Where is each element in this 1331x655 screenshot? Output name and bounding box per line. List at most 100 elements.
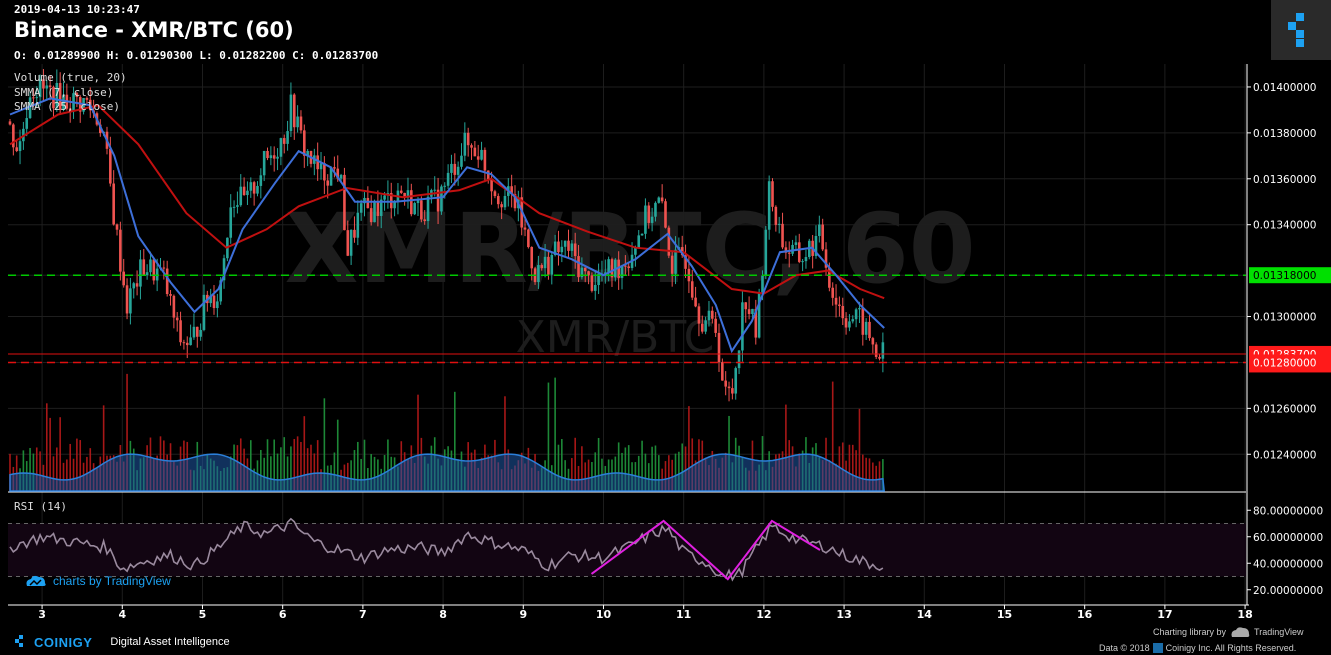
price-tick-label: 0.01340000 <box>1253 220 1316 232</box>
candle-body <box>333 167 336 169</box>
candle-body <box>704 320 707 332</box>
candle-body <box>229 207 233 238</box>
time-tick-label: 7 <box>359 608 367 621</box>
candle-body <box>590 275 594 291</box>
time-tick-label: 14 <box>917 608 933 621</box>
candle-body <box>664 201 667 228</box>
price-tick-label: 0.01240000 <box>1253 449 1316 461</box>
candle-body <box>232 206 236 208</box>
candle-body <box>650 216 654 223</box>
candle-body <box>393 202 396 209</box>
tradingview-watermark-text: charts by TradingView <box>53 574 171 588</box>
time-tick-label: 8 <box>439 608 447 621</box>
candle-body <box>356 212 360 238</box>
charting-library-credit[interactable]: Charting library by TradingView <box>1153 626 1304 638</box>
time-tick-label: 16 <box>1077 608 1093 621</box>
candle-body <box>326 180 330 186</box>
time-tick-label: 13 <box>836 608 851 621</box>
candle-body <box>530 247 534 269</box>
candle-body <box>376 201 380 216</box>
candle-body <box>744 302 748 310</box>
candle-body <box>416 200 420 204</box>
candle-body <box>303 130 306 156</box>
candle-body <box>547 256 550 275</box>
candle-body <box>864 321 868 335</box>
candle-body <box>115 224 119 230</box>
candle-body <box>122 271 126 286</box>
candle-body <box>323 163 326 181</box>
candle-body <box>714 318 717 333</box>
candle-body <box>503 195 507 208</box>
candle-body <box>242 186 246 196</box>
candle-body <box>296 116 299 128</box>
indicator-smma7-label[interactable]: SMMA (7, close) <box>14 86 113 99</box>
candle-body <box>189 337 192 346</box>
price-tick-label: 0.01400000 <box>1253 82 1316 94</box>
candle-body <box>486 170 490 179</box>
candle-body <box>319 163 323 170</box>
candle-body <box>637 235 641 248</box>
footer-branding: COINIGY Digital Asset Intelligence <box>14 632 230 652</box>
candle-body <box>771 181 774 207</box>
candle-body <box>540 265 544 269</box>
indicator-volume-label[interactable]: Volume (true, 20) <box>14 71 127 84</box>
time-tick-label: 15 <box>997 608 1012 621</box>
tradingview-watermark[interactable]: charts by TradingView <box>25 574 171 588</box>
candle-body <box>165 268 169 295</box>
candle-body <box>563 240 567 247</box>
candle-body <box>727 386 731 389</box>
candle-body <box>573 243 577 257</box>
candle-body <box>543 256 547 269</box>
candle-body <box>717 332 721 363</box>
candle-body <box>456 166 460 175</box>
candle-body <box>339 174 343 179</box>
chart-canvas: XMR/BTC, 60 XMR/BTC 0.01400000 0.01380000 0.… <box>8 64 1331 621</box>
candle-body <box>764 229 768 276</box>
watermark-large: XMR/BTC, 60 <box>284 193 975 305</box>
candle-body <box>466 132 470 146</box>
candle-body <box>346 230 350 256</box>
time-tick-label: 9 <box>519 608 527 621</box>
candle-body <box>741 302 744 351</box>
coinigy-logo-icon[interactable] <box>1271 0 1331 60</box>
candle-body <box>527 229 530 248</box>
rsi-tick-label: 80.00000000 <box>1253 505 1323 517</box>
candle-body <box>433 189 437 191</box>
candle-body <box>751 308 754 314</box>
time-tick-label: 5 <box>199 608 207 621</box>
coinigy-small-icon <box>15 635 23 647</box>
candle-body <box>399 190 403 193</box>
candle-body <box>359 203 363 213</box>
candle-body <box>8 121 12 125</box>
indicator-smma25-label[interactable]: SMMA (25, close) <box>14 100 120 113</box>
candle-body <box>112 183 115 225</box>
candle-body <box>797 242 801 262</box>
candle-body <box>129 288 132 314</box>
candle-body <box>246 190 249 196</box>
candle-body <box>500 204 503 208</box>
candle-body <box>266 150 269 159</box>
candle-body <box>577 256 580 278</box>
candle-body <box>18 141 22 152</box>
candle-body <box>593 285 597 291</box>
candle-body <box>262 150 266 176</box>
candle-body <box>838 304 841 306</box>
candle-body <box>162 267 166 269</box>
candle-body <box>767 181 771 230</box>
candle-body <box>135 283 139 287</box>
volume-sma-area <box>9 453 886 492</box>
rsi-label[interactable]: RSI (14) <box>14 500 67 513</box>
candle-body <box>697 306 701 324</box>
candle-body <box>854 309 858 320</box>
candle-body <box>694 297 697 307</box>
price-tick-label: 0.01380000 <box>1253 128 1316 140</box>
candle-body <box>670 255 674 274</box>
time-tick-label: 11 <box>676 608 691 621</box>
copyright-notice: Data © 2018 Coinigy Inc. All Rights Rese… <box>1099 643 1296 653</box>
candle-body <box>747 309 751 314</box>
candle-body <box>413 203 416 215</box>
candle-body <box>878 356 881 359</box>
candle-body <box>560 246 564 253</box>
candle-body <box>239 186 243 206</box>
candle-body <box>169 294 172 296</box>
